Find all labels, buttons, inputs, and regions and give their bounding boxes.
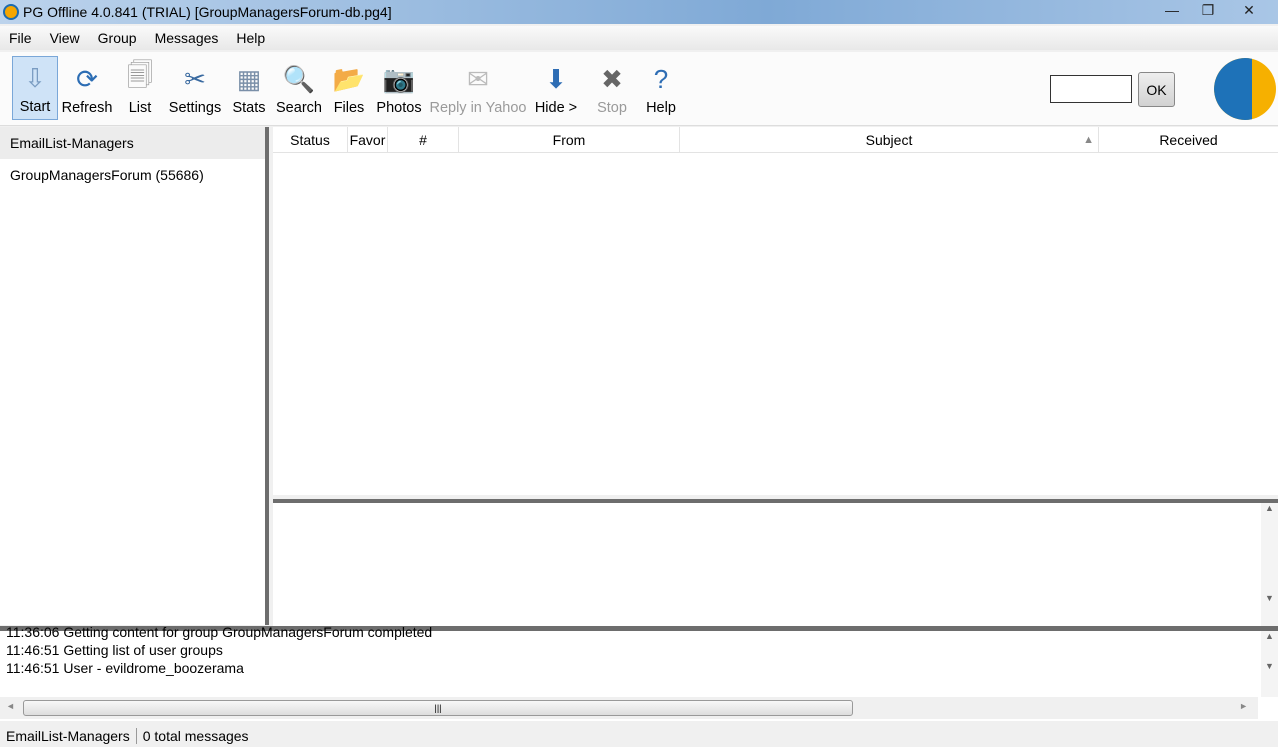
start-icon: ⇩ <box>24 62 46 93</box>
stats-icon: ▦ <box>236 63 262 94</box>
toolbar-files-button[interactable]: 📂 Files <box>327 56 371 120</box>
refresh-icon: ⟳ <box>76 63 98 94</box>
maximize-button[interactable]: ❐ <box>1190 0 1226 20</box>
app-icon <box>3 4 19 20</box>
toolbar-start-button[interactable]: ⇩ Start <box>12 56 58 120</box>
col-received[interactable]: Received <box>1099 127 1278 152</box>
toolbar-hide-button[interactable]: ⬇ Hide > <box>532 56 580 120</box>
scroll-thumb[interactable]: ||| <box>23 700 853 716</box>
goto-input[interactable] <box>1050 75 1132 103</box>
settings-icon: ✂ <box>184 63 206 94</box>
menu-help[interactable]: Help <box>227 30 274 46</box>
col-from[interactable]: From <box>459 127 680 152</box>
log-line: 11:36:06 Getting content for group Group… <box>6 624 433 640</box>
col-number[interactable]: # <box>388 127 459 152</box>
toolbar-help-button[interactable]: ? Help <box>640 56 682 120</box>
toolbar-list-button[interactable]: 🗐 List <box>115 56 165 120</box>
toolbar-label: Settings <box>168 100 222 116</box>
toolbar-search-button[interactable]: 🔍 Search <box>274 56 324 120</box>
toolbar-stats-button[interactable]: ▦ Stats <box>229 56 269 120</box>
toolbar-label: List <box>128 100 152 116</box>
tree-header[interactable]: EmailList-Managers <box>0 127 265 159</box>
toolbar-label: Hide > <box>534 100 578 116</box>
ok-button[interactable]: OK <box>1138 72 1175 107</box>
window-title: PG Offline 4.0.841 (TRIAL) [GroupManager… <box>23 4 392 20</box>
col-status[interactable]: Status <box>273 127 348 152</box>
col-subject-label: Subject <box>865 132 913 148</box>
toolbar-label: Start <box>19 99 51 115</box>
menu-group[interactable]: Group <box>89 30 146 46</box>
photos-icon: 📷 <box>382 63 416 94</box>
log-scrollbar[interactable]: ▲ ▼ <box>1261 631 1278 697</box>
tree-item-group[interactable]: GroupManagersForum (55686) <box>0 159 265 191</box>
toolbar-label: Reply in Yahoo <box>429 100 527 116</box>
toolbar-stop-button[interactable]: ✖ Stop <box>590 56 634 120</box>
log-line: 11:46:51 User - evildrome_boozerama <box>6 660 244 676</box>
col-subject[interactable]: Subject ▲ <box>680 127 1099 152</box>
reply-icon: ✉ <box>467 63 489 94</box>
search-icon: 🔍 <box>282 63 316 94</box>
help-icon: ? <box>653 63 669 94</box>
toolbar-label: Stats <box>232 100 266 116</box>
toolbar-label: Help <box>646 100 676 116</box>
minimize-button[interactable]: — <box>1154 0 1190 20</box>
menu-file[interactable]: File <box>0 30 41 46</box>
toolbar-label: Refresh <box>61 100 113 116</box>
app-logo <box>1214 58 1276 120</box>
toolbar-label: Search <box>276 100 322 116</box>
preview-scrollbar[interactable]: ▲ ▼ <box>1261 503 1278 626</box>
toolbar-label: Photos <box>376 100 422 116</box>
stop-icon: ✖ <box>601 63 623 94</box>
status-count: 0 total messages <box>142 727 249 744</box>
col-favor[interactable]: Favor <box>348 127 388 152</box>
message-preview: ▲ ▼ <box>273 499 1278 626</box>
status-bar: EmailList-Managers 0 total messages <box>0 724 1278 747</box>
log-hscrollbar[interactable]: ◄ ||| ► <box>0 697 1258 719</box>
title-bar: PG Offline 4.0.841 (TRIAL) [GroupManager… <box>0 0 1278 24</box>
menu-messages[interactable]: Messages <box>146 30 228 46</box>
toolbar-label: Files <box>333 100 365 116</box>
group-tree: EmailList-Managers GroupManagersForum (5… <box>0 127 269 625</box>
menu-bar: File View Group Messages Help <box>0 26 1278 50</box>
close-button[interactable]: ✕ <box>1226 0 1272 20</box>
list-icon: 🗐 <box>127 60 153 90</box>
log-line: 11:46:51 Getting list of user groups <box>6 642 223 658</box>
message-list: Status Favor # From Subject ▲ Received <box>273 127 1278 495</box>
arrow-down-icon: ⬇ <box>545 63 567 94</box>
status-group: EmailList-Managers <box>0 727 137 744</box>
files-icon: 📂 <box>332 63 366 94</box>
sort-asc-icon: ▲ <box>1083 134 1094 146</box>
toolbar-settings-button[interactable]: ✂ Settings <box>166 56 224 120</box>
menu-view[interactable]: View <box>41 30 89 46</box>
toolbar-reply-in-yahoo-button[interactable]: ✉ Reply in Yahoo <box>427 56 529 120</box>
toolbar-refresh-button[interactable]: ⟳ Refresh <box>60 56 114 120</box>
toolbar-photos-button[interactable]: 📷 Photos <box>374 56 424 120</box>
toolbar-label: Stop <box>597 100 627 116</box>
